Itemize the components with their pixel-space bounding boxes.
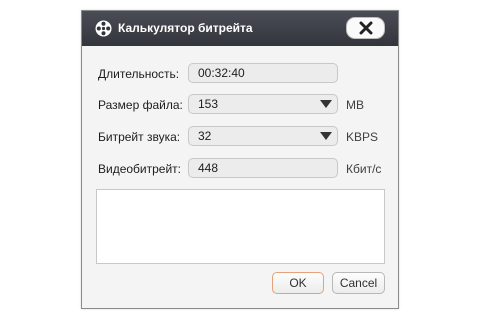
audio-bitrate-select[interactable]: 32 <box>188 126 338 146</box>
video-bitrate-label: Видеобитрейт: <box>98 162 182 176</box>
info-textarea[interactable] <box>96 189 385 264</box>
file-size-label: Размер файла: <box>98 98 183 112</box>
audio-bitrate-unit: KBPS <box>346 130 379 144</box>
file-size-unit: MB <box>346 98 364 112</box>
duration-value: 00:32:40 <box>198 66 245 80</box>
close-button[interactable] <box>346 17 385 39</box>
audio-bitrate-value: 32 <box>198 129 212 143</box>
file-size-select[interactable]: 153 <box>188 94 338 114</box>
file-size-value: 153 <box>198 97 219 111</box>
bitrate-calculator-dialog: Калькулятор битрейта Длительность: 00:32… <box>81 10 399 309</box>
window-title: Калькулятор битрейта <box>118 21 253 35</box>
duration-input[interactable]: 00:32:40 <box>188 63 338 83</box>
duration-label: Длительность: <box>98 67 180 81</box>
audio-bitrate-label: Битрейт звука: <box>98 130 181 144</box>
chevron-down-icon[interactable] <box>320 100 332 108</box>
chevron-down-icon[interactable] <box>320 132 332 140</box>
film-reel-icon <box>95 20 112 37</box>
ok-button[interactable]: OK <box>272 272 324 294</box>
cancel-button[interactable]: Cancel <box>332 272 385 294</box>
video-bitrate-unit: Кбит/с <box>346 162 382 176</box>
video-bitrate-value: 448 <box>198 161 219 175</box>
video-bitrate-input[interactable]: 448 <box>188 158 338 178</box>
title-bar: Калькулятор битрейта <box>82 11 398 46</box>
